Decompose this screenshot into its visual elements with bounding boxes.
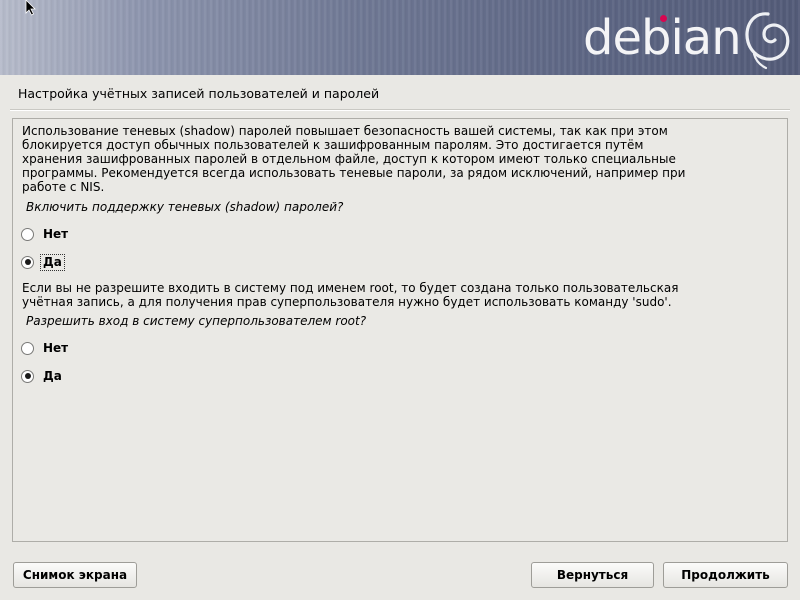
option-label: Да	[43, 368, 62, 383]
shadow-question: Включить поддержку теневых (shadow) паро…	[26, 200, 344, 214]
root-description-line: Если вы не разрешите входить в систему п…	[22, 281, 679, 295]
shadow-description-line: блокируется доступ обычных пользователей…	[22, 138, 644, 152]
mouse-cursor-icon	[25, 0, 36, 16]
option-label: Нет	[43, 340, 69, 355]
shadow-description-line: Использование теневых (shadow) паролей п…	[22, 124, 668, 138]
radio-button[interactable]	[21, 227, 34, 241]
page-title: Настройка учётных записей пользователей …	[18, 86, 380, 101]
shadow-option-no[interactable]: Нет	[21, 224, 70, 244]
radio-button[interactable]	[21, 341, 34, 355]
root-description-line: учётная запись, а для получения прав суп…	[22, 295, 672, 309]
continue-button[interactable]: Продолжить	[663, 562, 788, 588]
root-question: Разрешить вход в систему суперпользовате…	[26, 314, 367, 328]
root-option-no[interactable]: Нет	[21, 338, 70, 358]
shadow-description-line: программы. Рекомендуется всегда использо…	[22, 166, 686, 180]
screenshot-button[interactable]: Снимок экрана	[13, 562, 137, 588]
radio-selected-dot	[24, 259, 31, 265]
debian-banner: debian	[0, 0, 800, 75]
radio-button-selected[interactable]	[21, 369, 34, 383]
option-label: Да	[40, 253, 65, 271]
back-button[interactable]: Вернуться	[531, 562, 654, 588]
option-label: Нет	[43, 226, 69, 241]
root-description: Если вы не разрешите входить в систему п…	[22, 281, 782, 309]
shadow-description-line: работе с NIS.	[22, 180, 105, 194]
title-divider	[10, 109, 790, 111]
debian-swirl-icon	[745, 12, 790, 70]
radio-selected-dot	[24, 373, 31, 379]
root-option-yes[interactable]: Да	[21, 366, 64, 386]
radio-button-selected[interactable]	[21, 255, 34, 269]
content-panel: Использование теневых (shadow) паролей п…	[12, 118, 788, 542]
shadow-description-line: хранения зашифрованных паролей в отдельн…	[22, 152, 676, 166]
shadow-description: Использование теневых (shadow) паролей п…	[22, 124, 782, 194]
debian-logo-dot	[660, 15, 667, 22]
shadow-option-yes[interactable]: Да	[21, 252, 65, 272]
